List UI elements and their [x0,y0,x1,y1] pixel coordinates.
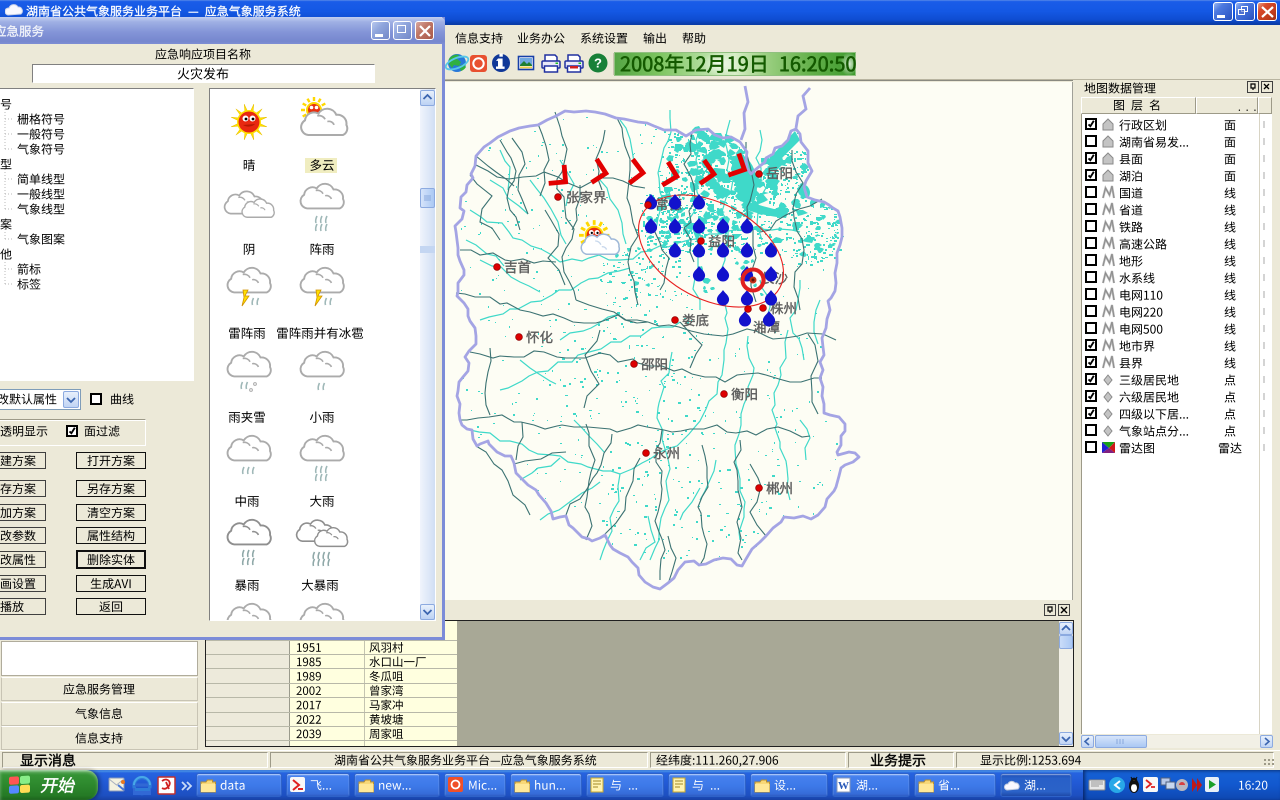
svg-text:?: ? [594,56,602,71]
svg-text:W: W [838,780,849,792]
